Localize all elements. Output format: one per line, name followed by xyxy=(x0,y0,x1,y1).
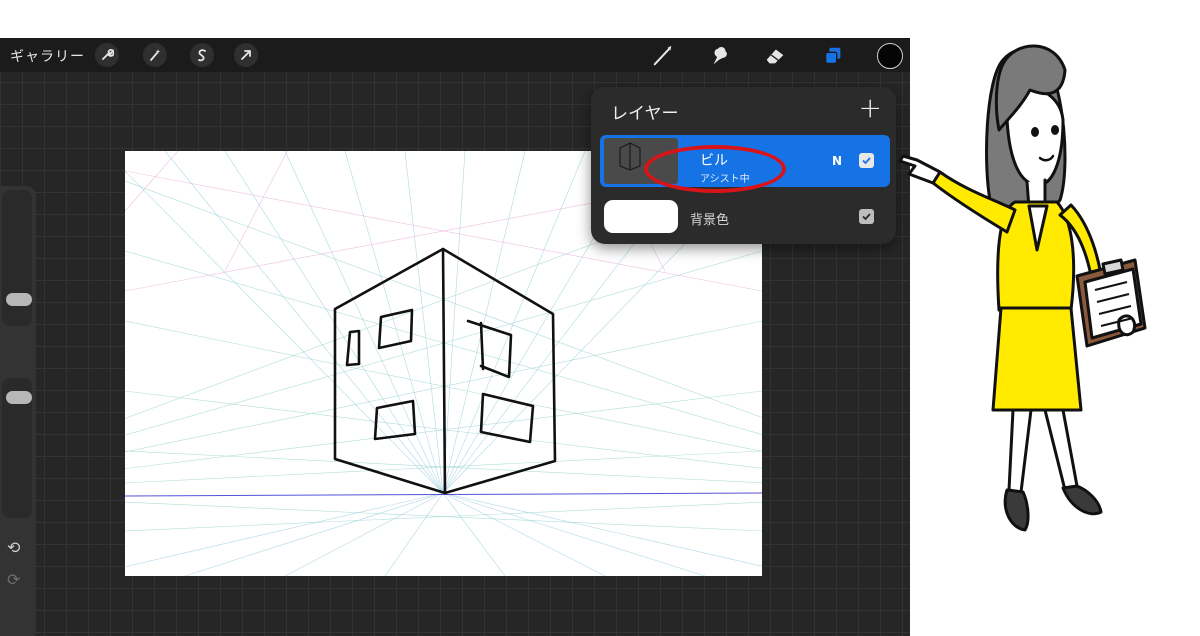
layer-row-background[interactable]: 背景色 xyxy=(600,197,890,237)
background-color-swatch xyxy=(604,200,678,233)
smudge-icon[interactable] xyxy=(707,43,733,69)
blend-mode-button[interactable]: N xyxy=(832,154,842,168)
brush-size-slider[interactable] xyxy=(2,190,32,326)
arrow-transform-icon[interactable] xyxy=(234,43,258,67)
redo-icon[interactable]: ⟳ xyxy=(7,570,20,589)
eraser-icon[interactable] xyxy=(762,43,788,69)
procreate-app: ギャラリー ⟲ ⟳ レイヤー + ビル アシスト中 N 背景色 xyxy=(0,38,910,636)
gallery-button[interactable]: ギャラリー xyxy=(10,46,85,66)
layer-visibility-checkbox[interactable] xyxy=(859,153,874,168)
layers-panel-title: レイヤー xyxy=(611,104,679,124)
brush-size-thumb[interactable] xyxy=(6,293,32,306)
presenter-illustration xyxy=(895,20,1185,540)
opacity-thumb[interactable] xyxy=(6,391,32,404)
annotation-ring xyxy=(644,145,786,193)
layers-icon[interactable] xyxy=(820,43,846,69)
add-layer-button[interactable]: + xyxy=(859,91,882,124)
top-toolbar: ギャラリー xyxy=(0,38,910,72)
background-visibility-checkbox[interactable] xyxy=(859,209,874,224)
magic-wand-icon[interactable] xyxy=(143,43,167,67)
selection-s-icon[interactable] xyxy=(190,43,214,67)
opacity-slider[interactable] xyxy=(2,378,32,518)
layer-name: 背景色 xyxy=(690,213,730,228)
checkmark-icon xyxy=(862,213,871,221)
undo-icon[interactable]: ⟲ xyxy=(7,538,20,557)
checkmark-icon xyxy=(862,157,871,165)
brush-icon[interactable] xyxy=(650,43,676,69)
sidebar: ⟲ ⟳ xyxy=(0,186,36,636)
wrench-icon[interactable] xyxy=(95,43,119,67)
